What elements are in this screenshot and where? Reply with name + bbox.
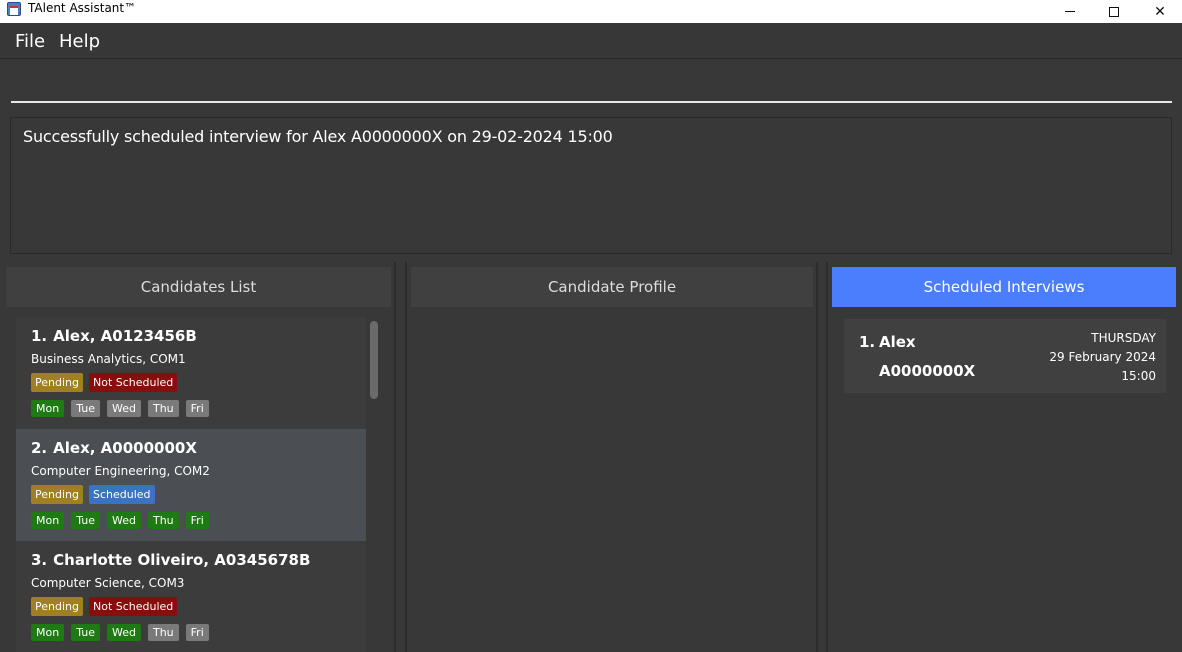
interview-datetime: THURSDAY 29 February 2024 15:00 <box>1049 329 1156 386</box>
maximize-button[interactable] <box>1091 0 1137 23</box>
interview-date: 29 February 2024 <box>1049 350 1156 364</box>
interview-time: 15:00 <box>1121 369 1156 383</box>
candidates-list-header: Candidates List <box>6 267 391 307</box>
status-badge: Pending <box>31 597 83 616</box>
interview-candidate-name: Alex <box>879 333 916 351</box>
candidate-profile-panel: Candidate Profile <box>405 262 818 652</box>
status-badge: Pending <box>31 373 83 392</box>
status-badges: Pending Not Scheduled <box>31 373 178 392</box>
command-input[interactable] <box>11 61 1172 103</box>
day-badge: Thu <box>147 512 179 529</box>
interview-day: THURSDAY <box>1091 331 1156 345</box>
schedule-badge: Scheduled <box>88 485 155 504</box>
close-icon: ✕ <box>1154 3 1166 19</box>
day-badge: Thu <box>147 624 179 641</box>
result-message: Successfully scheduled interview for Ale… <box>23 127 613 146</box>
title-bar: TAlent Assistant™ ✕ <box>0 0 1182 23</box>
day-badge: Fri <box>185 400 209 417</box>
status-badges: Pending Scheduled <box>31 485 155 504</box>
command-box <box>0 59 1182 114</box>
day-badge: Thu <box>147 400 179 417</box>
day-badge: Mon <box>31 624 65 641</box>
close-button[interactable]: ✕ <box>1137 0 1182 23</box>
result-display: Successfully scheduled interview for Ale… <box>10 117 1172 254</box>
candidate-card[interactable]: 1. Alex, A0123456B Business Analytics, CO… <box>16 317 366 429</box>
schedule-badge: Not Scheduled <box>88 597 178 616</box>
availability-days: Mon Tue Wed Thu Fri <box>31 624 209 641</box>
maximize-icon <box>1109 6 1119 17</box>
interview-candidate-id: A0000000X <box>879 362 976 380</box>
minimize-icon <box>1065 11 1075 12</box>
availability-days: Mon Tue Wed Thu Fri <box>31 512 209 529</box>
candidates-panel: Candidates List 1. Alex, A0123456B Busine… <box>2 262 396 652</box>
candidate-name: 1. Alex, A0123456B <box>31 327 197 345</box>
status-badges: Pending Not Scheduled <box>31 597 178 616</box>
day-badge: Tue <box>71 400 100 417</box>
candidates-scrollbar[interactable] <box>370 321 378 399</box>
day-badge: Mon <box>31 400 65 417</box>
availability-days: Mon Tue Wed Thu Fri <box>31 400 209 417</box>
minimize-button[interactable] <box>1047 0 1093 23</box>
candidate-profile-header: Candidate Profile <box>411 267 813 307</box>
menu-file[interactable]: File <box>15 31 45 52</box>
status-badge: Pending <box>31 485 83 504</box>
candidate-card[interactable]: 2. Alex, A0000000X Computer Engineering, … <box>16 429 366 541</box>
scheduled-interviews-header: Scheduled Interviews <box>832 267 1176 307</box>
candidate-card[interactable]: 3. Charlotte Oliveiro, A0345678B Computer… <box>16 541 366 652</box>
interview-card[interactable]: 1. Alex A0000000X THURSDAY 29 February 2… <box>844 319 1166 393</box>
menu-help[interactable]: Help <box>59 31 100 52</box>
day-badge: Fri <box>185 624 209 641</box>
interview-index: 1. <box>859 333 876 351</box>
candidate-name: 2. Alex, A0000000X <box>31 439 197 457</box>
window-title: TAlent Assistant™ <box>28 1 137 15</box>
menu-bar: File Help <box>0 23 1182 59</box>
day-badge: Mon <box>31 512 65 529</box>
candidate-department: Computer Engineering, COM2 <box>31 464 210 478</box>
day-badge: Fri <box>185 512 209 529</box>
candidate-department: Computer Science, COM3 <box>31 576 185 590</box>
interviews-panel: Scheduled Interviews 1. Alex A0000000X T… <box>826 262 1182 652</box>
day-badge: Wed <box>107 624 141 641</box>
day-badge: Wed <box>107 512 141 529</box>
candidate-department: Business Analytics, COM1 <box>31 352 186 366</box>
day-badge: Tue <box>71 624 100 641</box>
candidate-name: 3. Charlotte Oliveiro, A0345678B <box>31 551 311 569</box>
calendar-icon <box>7 2 21 16</box>
candidates-list[interactable]: 1. Alex, A0123456B Business Analytics, CO… <box>16 317 366 652</box>
day-badge: Tue <box>71 512 100 529</box>
schedule-badge: Not Scheduled <box>88 373 178 392</box>
day-badge: Wed <box>107 400 141 417</box>
